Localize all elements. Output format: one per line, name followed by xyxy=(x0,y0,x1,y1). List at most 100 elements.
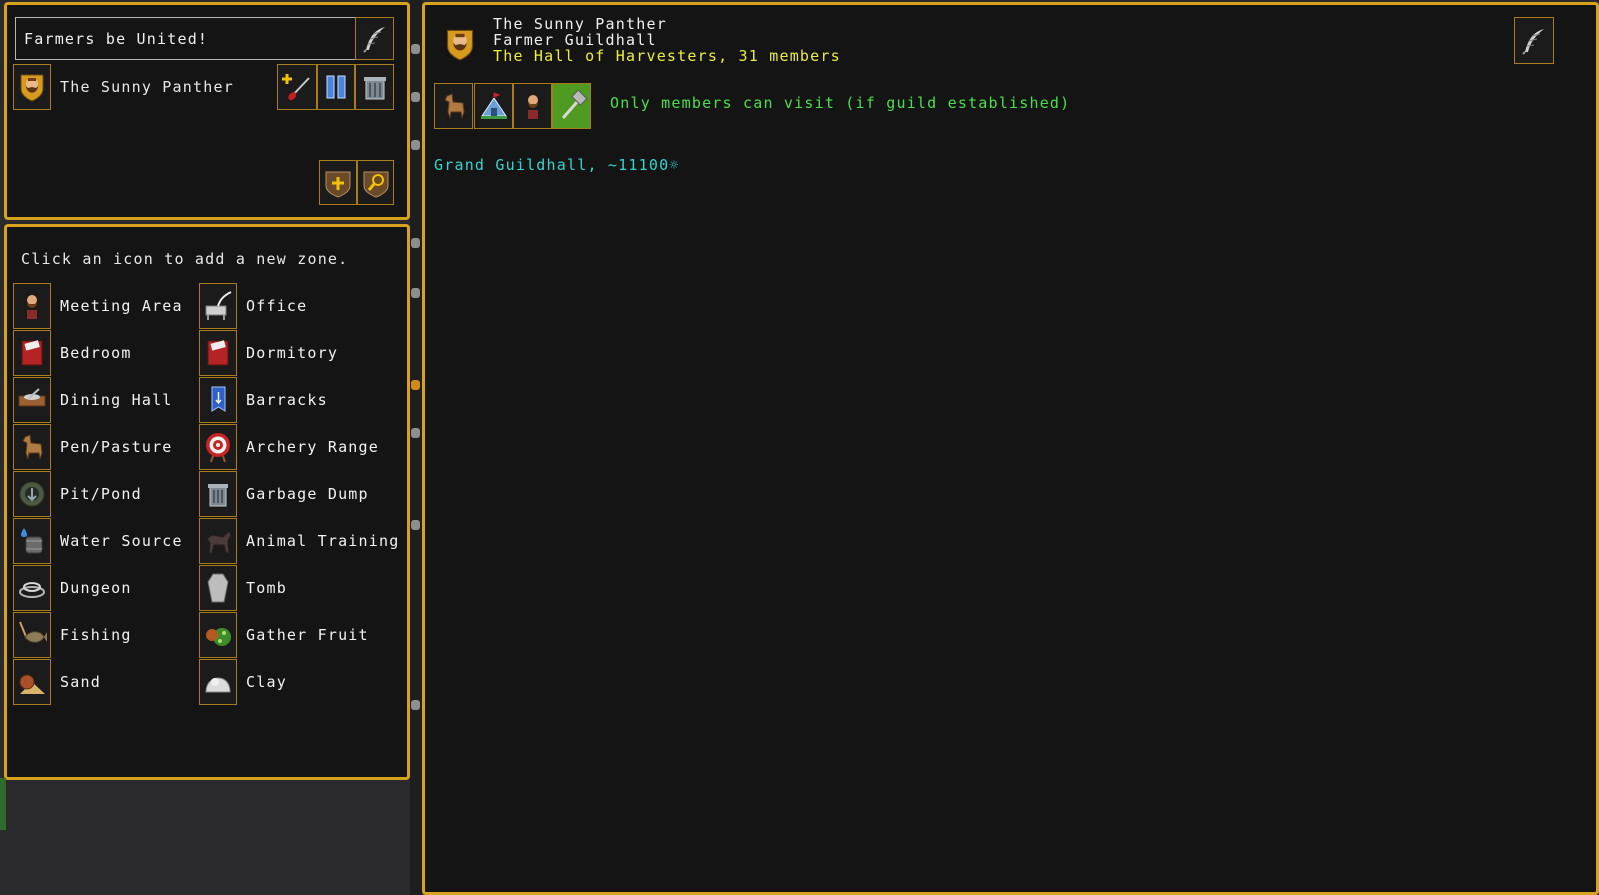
access-option-members-selected[interactable] xyxy=(552,83,591,129)
zone-label: Bedroom xyxy=(60,344,132,362)
location-name-value: Farmers be United! xyxy=(24,30,209,48)
quill-icon xyxy=(362,26,385,53)
tier-text: Grand Guildhall, ~11100☼ xyxy=(434,156,680,174)
meeting-area-icon xyxy=(27,295,37,319)
horse-icon xyxy=(22,434,43,460)
access-option-visitors[interactable] xyxy=(474,83,513,129)
search-icon xyxy=(363,171,388,198)
zone-label: Animal Training xyxy=(246,532,400,550)
zone-sand-button[interactable] xyxy=(13,659,51,705)
zones-panel: Click an icon to add a new zone. Meeting… xyxy=(4,224,410,780)
zone-label: Pit/Pond xyxy=(60,485,142,503)
access-option-animals[interactable] xyxy=(434,83,473,129)
zone-animal-training-button[interactable] xyxy=(199,518,237,564)
zone-label: Garbage Dump xyxy=(246,485,369,503)
zone-label: Clay xyxy=(246,673,287,691)
location-detail-panel: The Sunny Panther Farmer Guildhall The H… xyxy=(422,2,1599,895)
occupant-name: The Sunny Panther xyxy=(60,78,234,96)
scroll-nub xyxy=(411,288,420,298)
fruit-bush-icon xyxy=(206,628,231,646)
occupant-portrait[interactable] xyxy=(13,64,51,110)
zone-label: Sand xyxy=(60,673,101,691)
edit-name-button[interactable] xyxy=(355,17,394,60)
trash-icon xyxy=(363,77,386,100)
edge-marker xyxy=(0,778,6,830)
detail-portrait xyxy=(443,25,477,63)
zone-fishing-button[interactable] xyxy=(13,612,51,658)
zone-barracks-button[interactable] xyxy=(199,377,237,423)
assign-occupant-button[interactable] xyxy=(277,64,317,110)
add-location-button[interactable] xyxy=(319,160,357,205)
location-panel: Farmers be United! The Sunny Panther xyxy=(4,2,410,220)
scroll-nub xyxy=(411,520,420,530)
add-zone-icon xyxy=(325,171,351,198)
scroll-nub xyxy=(411,700,420,710)
pause-icon xyxy=(326,75,346,99)
zone-label: Archery Range xyxy=(246,438,379,456)
fish-icon xyxy=(19,621,47,643)
scroll-nub xyxy=(411,140,420,150)
zone-office-button[interactable] xyxy=(199,283,237,329)
dining-table-icon xyxy=(18,388,46,407)
chain-icon xyxy=(19,582,45,598)
water-barrel-icon xyxy=(21,528,43,554)
zone-clay-button[interactable] xyxy=(199,659,237,705)
dwarf-portrait-icon xyxy=(20,74,44,102)
detail-location-desc: The Hall of Harvesters, 31 members xyxy=(493,47,841,65)
zone-archery-range-button[interactable] xyxy=(199,424,237,470)
dwarf-portrait-icon xyxy=(446,29,474,61)
zone-label: Water Source xyxy=(60,532,183,550)
location-name-field[interactable]: Farmers be United! xyxy=(15,17,371,60)
scroll-nub xyxy=(411,44,420,54)
scroll-nub xyxy=(411,238,420,248)
pit-icon xyxy=(19,481,45,507)
panel-divider-scrollbar[interactable] xyxy=(410,0,422,895)
zone-label: Meeting Area xyxy=(60,297,183,315)
scroll-nub xyxy=(411,428,420,438)
banner-icon xyxy=(211,386,226,412)
zone-garbage-dump-button[interactable] xyxy=(199,471,237,517)
zone-dormitory-button[interactable] xyxy=(199,330,237,376)
find-location-button[interactable] xyxy=(357,160,394,205)
zone-dining-hall-button[interactable] xyxy=(13,377,51,423)
zone-water-source-button[interactable] xyxy=(13,518,51,564)
zone-label: Pen/Pasture xyxy=(60,438,173,456)
pause-button[interactable] xyxy=(317,64,355,110)
scroll-nub xyxy=(411,92,420,102)
assign-icon xyxy=(282,74,310,101)
trash-icon xyxy=(208,484,228,507)
dwarf-icon xyxy=(527,95,538,119)
bed-icon xyxy=(207,340,229,366)
zone-tomb-button[interactable] xyxy=(199,565,237,611)
zone-label: Dungeon xyxy=(60,579,132,597)
scroll-nub-active xyxy=(411,380,420,390)
target-icon xyxy=(206,433,230,463)
zones-instruction: Click an icon to add a new zone. xyxy=(21,250,349,268)
clay-icon xyxy=(205,677,231,693)
zone-label: Fishing xyxy=(60,626,132,644)
edit-details-button[interactable] xyxy=(1514,17,1554,64)
sand-bag-icon xyxy=(19,674,45,694)
bed-icon xyxy=(21,340,43,366)
zone-label: Dormitory xyxy=(246,344,339,362)
tent-icon xyxy=(480,92,507,119)
hammer-icon xyxy=(561,90,587,119)
zone-meeting-area-button[interactable] xyxy=(13,283,51,329)
zone-label: Barracks xyxy=(246,391,328,409)
zone-label: Gather Fruit xyxy=(246,626,369,644)
zone-label: Office xyxy=(246,297,308,315)
zone-pen-pasture-button[interactable] xyxy=(13,424,51,470)
access-option-residents[interactable] xyxy=(513,83,552,129)
zone-pit-pond-button[interactable] xyxy=(13,471,51,517)
dog-icon xyxy=(206,530,232,554)
coffin-icon xyxy=(207,573,229,603)
zone-label: Tomb xyxy=(246,579,287,597)
zone-bedroom-button[interactable] xyxy=(13,330,51,376)
zone-dungeon-button[interactable] xyxy=(13,565,51,611)
access-text: Only members can visit (if guild establi… xyxy=(610,94,1071,112)
horse-icon xyxy=(443,93,465,119)
zone-gather-fruit-button[interactable] xyxy=(199,612,237,658)
quill-icon xyxy=(1522,28,1544,55)
remove-button[interactable] xyxy=(355,64,394,110)
desk-quill-icon xyxy=(205,291,232,320)
